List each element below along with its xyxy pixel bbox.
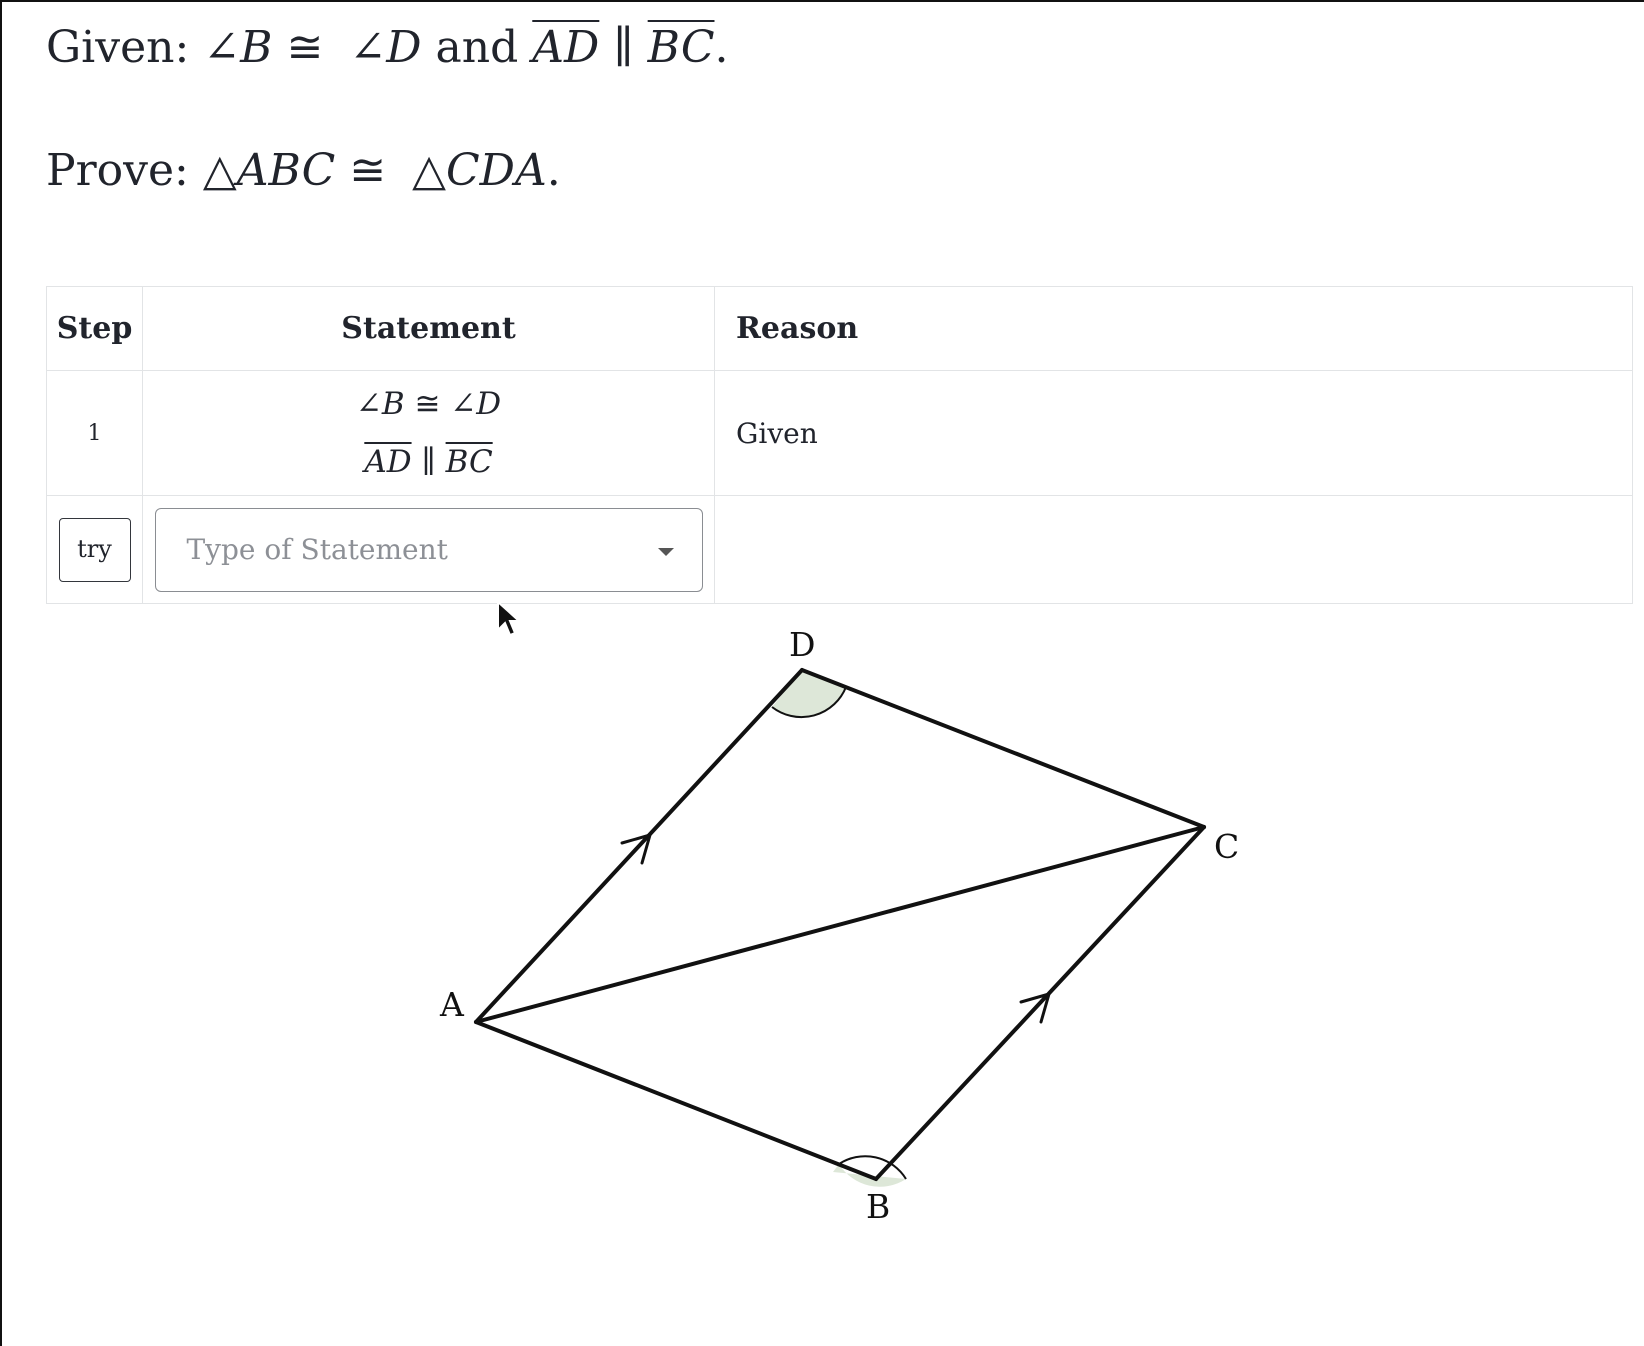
- side-cb: [874, 825, 1206, 1181]
- vertex-label-a: A: [439, 985, 465, 1024]
- vertex-label-b: B: [866, 1187, 890, 1226]
- vertex-label-c: C: [1214, 827, 1239, 866]
- side-ad: [474, 668, 804, 1024]
- side-ba: [474, 1020, 878, 1181]
- angle-d-arc: [772, 670, 846, 718]
- vertex-label-d: D: [789, 625, 815, 664]
- side-dc: [800, 668, 1206, 829]
- parallelogram-diagram: A B C D: [439, 625, 1239, 1226]
- diagonal-ac: [474, 825, 1206, 1024]
